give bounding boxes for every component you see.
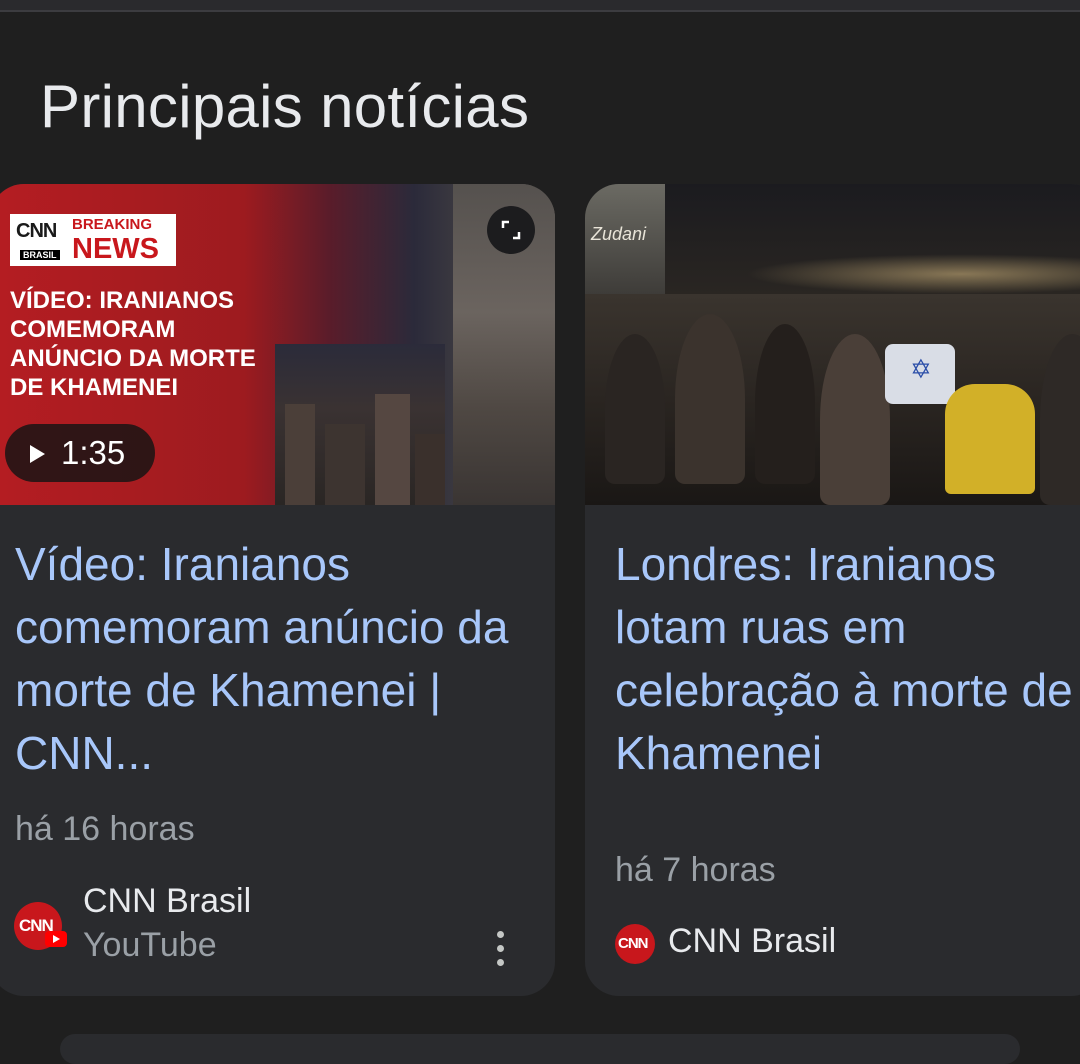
news-headline-link[interactable]: Vídeo: Iranianos comemoram anúncio da mo…	[15, 533, 535, 785]
timestamp: há 7 horas	[615, 851, 776, 889]
section-title: Principais notícias	[40, 73, 530, 140]
source-name: CNN Brasil	[668, 922, 837, 960]
cnn-brasil-logo: CNN	[615, 924, 655, 964]
video-thumbnail[interactable]: CNN BRASIL BREAKING NEWS VÍDEO: IRANIANO…	[0, 184, 555, 505]
city-night-image	[275, 344, 445, 505]
next-card-edge	[60, 1034, 1020, 1064]
news-card[interactable]: Zudani ✡ Londres: Iranianos lotam ruas e…	[585, 184, 1080, 996]
street-lights	[745, 254, 1080, 294]
star-of-david-icon: ✡	[910, 354, 932, 384]
expand-icon	[501, 220, 521, 240]
play-icon	[30, 445, 45, 463]
youtube-icon	[45, 931, 67, 947]
more-options-button[interactable]	[490, 929, 510, 969]
news-thumbnail[interactable]: Zudani ✡	[585, 184, 1080, 505]
breaking-news-badge: BREAKING NEWS	[66, 214, 176, 266]
thumbnail-headline: VÍDEO: IRANIANOS COMEMORAM ANÚNCIO DA MO…	[10, 287, 256, 401]
top-divider	[0, 10, 1080, 12]
source-name: CNN Brasil	[83, 882, 252, 920]
timestamp: há 16 horas	[15, 810, 195, 848]
news-card[interactable]: CNN BRASIL BREAKING NEWS VÍDEO: IRANIANO…	[0, 184, 555, 996]
source-platform: YouTube	[83, 926, 217, 964]
top-bar	[0, 0, 1080, 10]
video-duration-badge: 1:35	[5, 424, 155, 482]
news-headline-link[interactable]: Londres: Iranianos lotam ruas em celebra…	[615, 533, 1080, 785]
cnn-logo: CNN BRASIL	[10, 214, 66, 266]
storefront-image: Zudani	[585, 184, 665, 304]
expand-button[interactable]	[487, 206, 535, 254]
